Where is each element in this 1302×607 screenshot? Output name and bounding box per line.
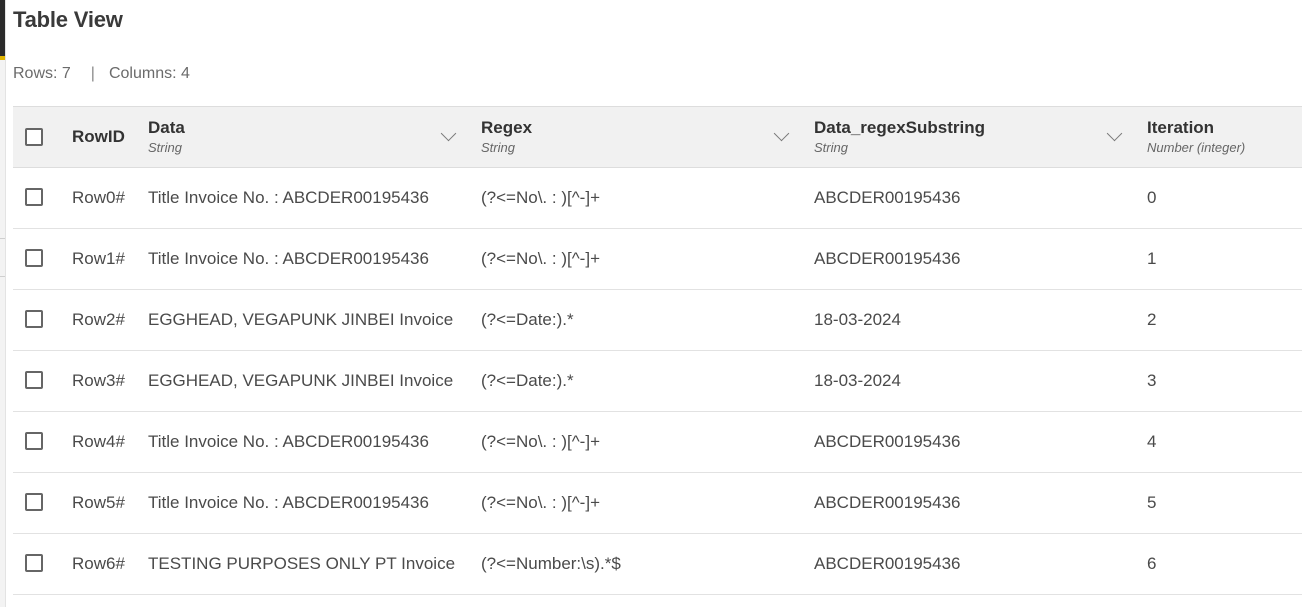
summary-separator: | [90, 65, 95, 82]
page-title: Table View [13, 7, 123, 32]
select-all-checkbox[interactable] [25, 128, 43, 146]
cell-regex: (?<=No\. : )[^-]+ [481, 493, 600, 512]
row-checkbox[interactable] [25, 249, 43, 267]
cell-data: Title Invoice No. : ABCDER00195436 [148, 249, 429, 268]
cell-data: Title Invoice No. : ABCDER00195436 [148, 432, 429, 451]
cell-substring: ABCDER00195436 [814, 249, 961, 268]
table-row[interactable]: Row5# Title Invoice No. : ABCDER00195436… [13, 473, 1302, 534]
row-checkbox[interactable] [25, 188, 43, 206]
cell-substring: ABCDER00195436 [814, 188, 961, 207]
columns-count: Columns: 4 [108, 65, 190, 82]
table-row[interactable]: Row2# EGGHEAD, VEGAPUNK JINBEI Invoice (… [13, 290, 1302, 351]
cell-iteration: 3 [1147, 371, 1157, 390]
table-header: RowID Data String Regex String Data_rege… [13, 106, 1302, 168]
cell-rowid: Row3# [72, 371, 125, 390]
background-window-header [0, 0, 5, 58]
cell-iteration: 0 [1147, 188, 1157, 207]
header-rowid: RowID [72, 127, 125, 146]
header-name: Regex [481, 118, 533, 137]
cell-rowid: Row0# [72, 188, 125, 207]
cell-iteration: 4 [1147, 432, 1157, 451]
cell-regex: (?<=No\. : )[^-]+ [481, 432, 600, 451]
background-divider [0, 238, 5, 239]
header-name: Data_regexSubstring [814, 118, 985, 137]
table-row[interactable]: Row3# EGGHEAD, VEGAPUNK JINBEI Invoice (… [13, 351, 1302, 412]
cell-regex: (?<=No\. : )[^-]+ [481, 249, 600, 268]
header-name: Data [148, 118, 185, 137]
background-window-accent [0, 56, 5, 60]
cell-rowid: Row6# [72, 554, 125, 573]
row-checkbox[interactable] [25, 371, 43, 389]
cell-iteration: 2 [1147, 310, 1157, 329]
cell-rowid: Row4# [72, 432, 125, 451]
row-checkbox[interactable] [25, 554, 43, 572]
cell-regex: (?<=Number:\s).*$ [481, 554, 621, 573]
row-checkbox[interactable] [25, 310, 43, 328]
cell-data: Title Invoice No. : ABCDER00195436 [148, 493, 429, 512]
cell-iteration: 5 [1147, 493, 1157, 512]
background-window-edge [0, 0, 6, 607]
header-type: String [814, 140, 848, 155]
cell-rowid: Row1# [72, 249, 125, 268]
header-iteration[interactable]: Iteration Number (integer) [1147, 117, 1245, 156]
chevron-down-icon[interactable] [773, 125, 790, 142]
cell-data: EGGHEAD, VEGAPUNK JINBEI Invoice [148, 371, 454, 390]
background-divider [0, 276, 5, 277]
row-checkbox[interactable] [25, 493, 43, 511]
cell-data: EGGHEAD, VEGAPUNK JINBEI Invoice [148, 310, 454, 329]
header-type: String [148, 140, 182, 155]
cell-regex: (?<=Date:).* [481, 310, 574, 329]
chevron-down-icon[interactable] [1106, 125, 1123, 142]
cell-substring: 18-03-2024 [814, 371, 901, 390]
cell-substring: ABCDER00195436 [814, 432, 961, 451]
cell-substring: 18-03-2024 [814, 310, 901, 329]
chevron-down-icon[interactable] [440, 125, 457, 142]
header-type: Number (integer) [1147, 140, 1246, 155]
table-row[interactable]: Row6# TESTING PURPOSES ONLY PT Invoice (… [13, 534, 1302, 595]
cell-rowid: Row2# [72, 310, 125, 329]
header-regex[interactable]: Regex String [481, 117, 532, 156]
cell-substring: ABCDER00195436 [814, 493, 961, 512]
header-data[interactable]: Data String [148, 117, 185, 156]
header-type: String [481, 140, 515, 155]
row-checkbox[interactable] [25, 432, 43, 450]
cell-iteration: 6 [1147, 554, 1157, 573]
table-row[interactable]: Row1# Title Invoice No. : ABCDER00195436… [13, 229, 1302, 290]
cell-data: TESTING PURPOSES ONLY PT Invoice [148, 554, 456, 573]
data-table: RowID Data String Regex String Data_rege… [13, 106, 1302, 595]
cell-regex: (?<=No\. : )[^-]+ [481, 188, 600, 207]
table-summary: Rows: 7 | Columns: 4 [13, 65, 190, 83]
header-name: Iteration [1147, 118, 1215, 137]
table-row[interactable]: Row0# Title Invoice No. : ABCDER00195436… [13, 168, 1302, 229]
rows-count: Rows: 7 [13, 65, 71, 82]
cell-substring: ABCDER00195436 [814, 554, 961, 573]
cell-rowid: Row5# [72, 493, 125, 512]
cell-regex: (?<=Date:).* [481, 371, 574, 390]
header-data-regex-substring[interactable]: Data_regexSubstring String [814, 117, 985, 156]
table-row[interactable]: Row4# Title Invoice No. : ABCDER00195436… [13, 412, 1302, 473]
cell-data: Title Invoice No. : ABCDER00195436 [148, 188, 429, 207]
cell-iteration: 1 [1147, 249, 1157, 268]
